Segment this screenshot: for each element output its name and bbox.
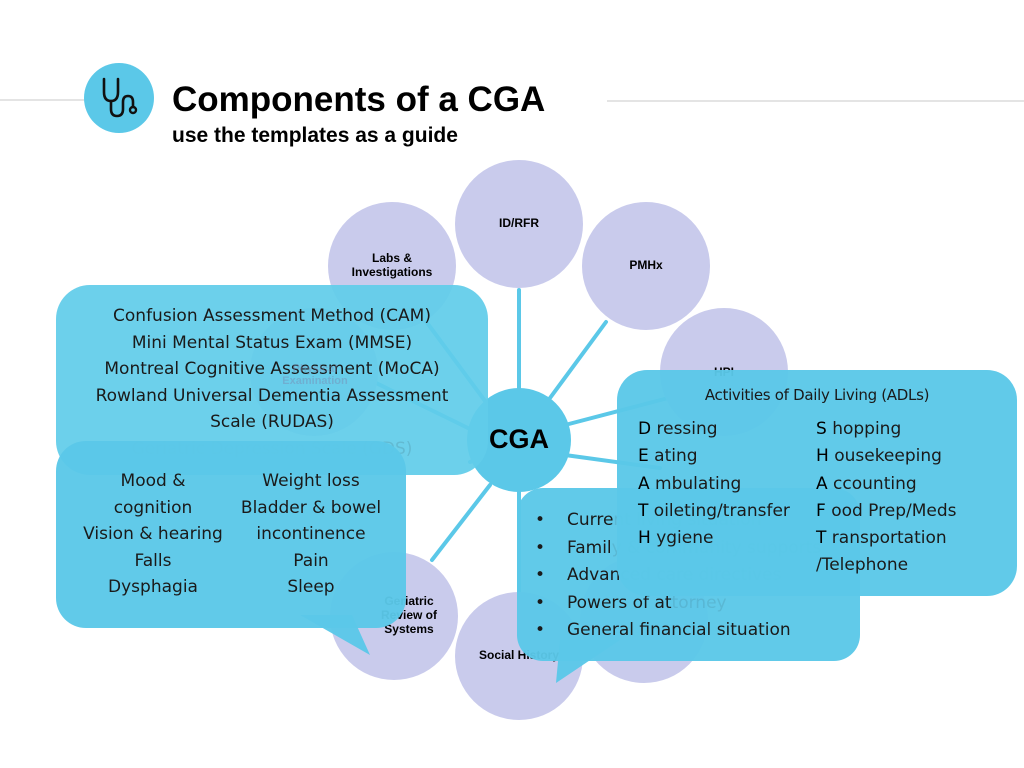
bullet-icon: • xyxy=(535,592,546,613)
adl-text: ousekeeping xyxy=(834,446,942,467)
adl-letter: E xyxy=(638,446,649,467)
bullet-icon: • xyxy=(535,537,546,558)
callout-adls: Activities of Daily Living (ADLs) D ress… xyxy=(617,370,1017,596)
adl-item: F ood Prep/Meds xyxy=(816,498,957,525)
adl-text: mbulating xyxy=(655,473,742,494)
adl-item: /Telephone xyxy=(816,552,957,579)
adl-text: ood Prep/Meds xyxy=(831,500,957,521)
adl-text: ating xyxy=(654,446,698,467)
adl-item: D ressing xyxy=(638,416,790,443)
adl-text: ransportation xyxy=(831,528,947,549)
adl-letter: H xyxy=(638,528,651,549)
adl-left-column: D ressing E ating A mbulating T oileting… xyxy=(638,416,790,552)
adl-text: oileting/transfer xyxy=(653,500,790,521)
adl-heading: Activities of Daily Living (ADLs) xyxy=(704,386,930,404)
adl-letter: T xyxy=(638,500,649,521)
adl-item: A ccounting xyxy=(816,471,957,498)
adl-letter: A xyxy=(816,473,828,494)
adl-text: hopping xyxy=(832,419,902,439)
bullet-icon: • xyxy=(535,510,546,530)
adl-item: T oileting/transfer xyxy=(638,498,790,525)
bullet-icon: • xyxy=(535,620,546,640)
adl-letter: S xyxy=(816,419,827,439)
adl-item: H ousekeeping xyxy=(816,443,957,470)
adl-item: H ygiene xyxy=(638,525,790,552)
item-text: Advan xyxy=(567,565,621,585)
adl-text: ygiene xyxy=(656,528,714,549)
adl-letter: D xyxy=(638,419,652,439)
adl-item: S hopping xyxy=(816,416,957,443)
adl-text: ccounting xyxy=(833,473,917,494)
adl-right-column: S hopping H ousekeeping A ccounting F oo… xyxy=(816,416,957,580)
adl-letter: H xyxy=(816,446,829,467)
item-text: Famil xyxy=(567,537,612,558)
list-item: • General financial situation xyxy=(535,617,821,645)
adl-letter: F xyxy=(816,500,826,521)
adl-item: E ating xyxy=(638,443,790,470)
item-text: General financial situation xyxy=(567,620,791,640)
adl-letter: T xyxy=(816,528,827,549)
adl-item: T ransportation xyxy=(816,525,957,552)
adl-text: ressing xyxy=(656,419,718,439)
adl-letter: A xyxy=(638,473,650,494)
adl-item: A mbulating xyxy=(638,471,790,498)
item-text: Curre xyxy=(567,510,614,530)
bullet-icon: • xyxy=(535,565,546,585)
adl-text: /Telephone xyxy=(816,555,909,576)
